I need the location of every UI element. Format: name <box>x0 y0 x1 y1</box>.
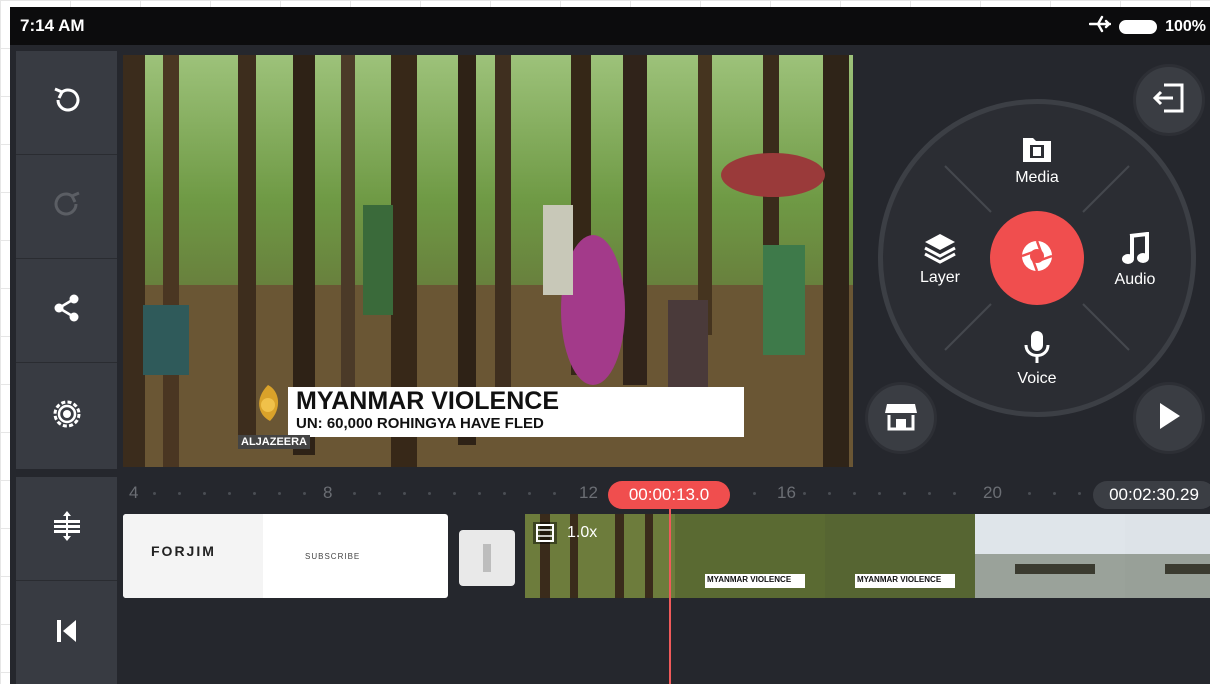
transition-icon <box>483 544 491 572</box>
ruler-tick <box>1053 492 1056 495</box>
ruler-label: 4 <box>129 483 139 502</box>
logo-text: ALJAZEERA <box>238 435 311 449</box>
ruler-tick <box>303 492 306 495</box>
camera-shutter-icon <box>1019 238 1055 279</box>
layer-button[interactable]: Layer <box>895 232 985 287</box>
microphone-icon <box>1023 331 1051 369</box>
clip-speed: 1.0x <box>567 524 598 541</box>
film-icon <box>533 522 557 544</box>
ruler-tick <box>153 492 156 495</box>
settings-button[interactable] <box>16 363 117 469</box>
aljazeera-logo-icon <box>248 381 288 437</box>
audio-button[interactable]: Audio <box>1090 231 1180 289</box>
timeline-toolbar <box>16 477 117 684</box>
subheadline: UN: 60,000 ROHINGYA HAVE FLED <box>296 415 544 432</box>
layers-icon <box>923 234 957 268</box>
media-wheel: Media Layer Audio Voice <box>878 99 1196 417</box>
transition-button[interactable] <box>459 530 515 586</box>
total-duration-badge: 00:02:30.29 <box>1093 481 1210 509</box>
ruler-label: 16 <box>777 483 796 502</box>
ruler-tick <box>203 492 206 495</box>
battery-icon <box>1119 19 1158 34</box>
ruler-tick <box>278 492 281 495</box>
undo-icon <box>50 83 84 122</box>
title-clip-subscribe: SUBSCRIBE <box>305 552 361 561</box>
video-preview[interactable]: ALJAZEERA MYANMAR VIOLENCE UN: 60,000 RO… <box>123 55 853 467</box>
playhead[interactable] <box>669 509 671 684</box>
layer-label: Layer <box>919 269 961 286</box>
status-right: 100% <box>1088 15 1206 38</box>
ruler-tick <box>453 492 456 495</box>
ruler-tick <box>528 492 531 495</box>
share-button[interactable] <box>16 259 117 363</box>
ruler-tick <box>928 492 931 495</box>
media-folder-icon <box>1021 138 1053 168</box>
headline: MYANMAR VIOLENCE <box>296 387 559 415</box>
title-clip[interactable]: FORJIM SUBSCRIBE <box>123 514 448 598</box>
voice-button[interactable]: Voice <box>992 329 1082 388</box>
ruler-tick <box>753 492 756 495</box>
ruler-label: 20 <box>983 483 1002 502</box>
share-icon <box>52 293 82 328</box>
ruler-tick <box>253 492 256 495</box>
redo-icon <box>50 187 84 226</box>
left-toolbar <box>16 51 117 469</box>
play-button[interactable] <box>1133 382 1205 454</box>
ruler-tick <box>353 492 356 495</box>
redo-button[interactable] <box>16 155 117 259</box>
ruler-tick <box>403 492 406 495</box>
ruler-tick <box>853 492 856 495</box>
voice-label: Voice <box>1017 370 1057 387</box>
ruler-tick <box>1078 492 1081 495</box>
video-clip[interactable]: MYANMAR VIOLENCE MYANMAR VIOLENCE 1.0x <box>525 514 1210 598</box>
record-button[interactable] <box>990 211 1084 305</box>
store-icon <box>884 400 918 437</box>
current-time-badge: 00:00:13.0 <box>608 481 730 509</box>
battery-percent: 100% <box>1165 17 1206 35</box>
ruler-tick <box>428 492 431 495</box>
thumb-caption: MYANMAR VIOLENCE <box>857 575 942 584</box>
undo-button[interactable] <box>16 51 117 155</box>
ruler-tick <box>1028 492 1031 495</box>
ruler-tick <box>953 492 956 495</box>
ruler-label: 8 <box>323 483 333 502</box>
ruler-tick <box>228 492 231 495</box>
asset-store-button[interactable] <box>865 382 937 454</box>
ruler-label: 12 <box>579 483 598 502</box>
airplane-icon <box>1088 15 1112 38</box>
timeline-expand-button[interactable] <box>16 477 117 581</box>
status-time: 7:14 AM <box>20 16 85 35</box>
expand-vertical-icon <box>52 509 82 548</box>
settings-icon <box>50 397 84 436</box>
media-label: Media <box>1015 169 1059 186</box>
title-clip-brand: FORJIM <box>151 543 216 559</box>
media-button[interactable]: Media <box>992 134 1082 187</box>
thumb-caption: MYANMAR VIOLENCE <box>707 575 792 584</box>
music-note-icon <box>1120 231 1150 270</box>
video-clip-thumbnails <box>525 514 1210 598</box>
go-to-start-button[interactable] <box>16 581 117 684</box>
skip-to-start-icon <box>55 618 79 649</box>
play-icon <box>1156 401 1182 436</box>
ruler-tick <box>478 492 481 495</box>
audio-label: Audio <box>1114 271 1156 288</box>
ruler-tick <box>878 492 881 495</box>
ruler-tick <box>553 492 556 495</box>
ruler-tick <box>178 492 181 495</box>
status-bar: 7:14 AM 100% <box>10 7 1210 45</box>
ruler-tick <box>828 492 831 495</box>
ruler-tick <box>903 492 906 495</box>
timeline[interactable]: 4 8 12 16 20 00:00:13.0 00:02:30.29 FORJ… <box>123 477 1210 684</box>
ruler-tick <box>378 492 381 495</box>
ruler-tick <box>503 492 506 495</box>
video-editor-window: 7:14 AM 100% ALJAZEERA MYANMAR VIOLENCE … <box>10 7 1210 684</box>
ruler-tick <box>803 492 806 495</box>
